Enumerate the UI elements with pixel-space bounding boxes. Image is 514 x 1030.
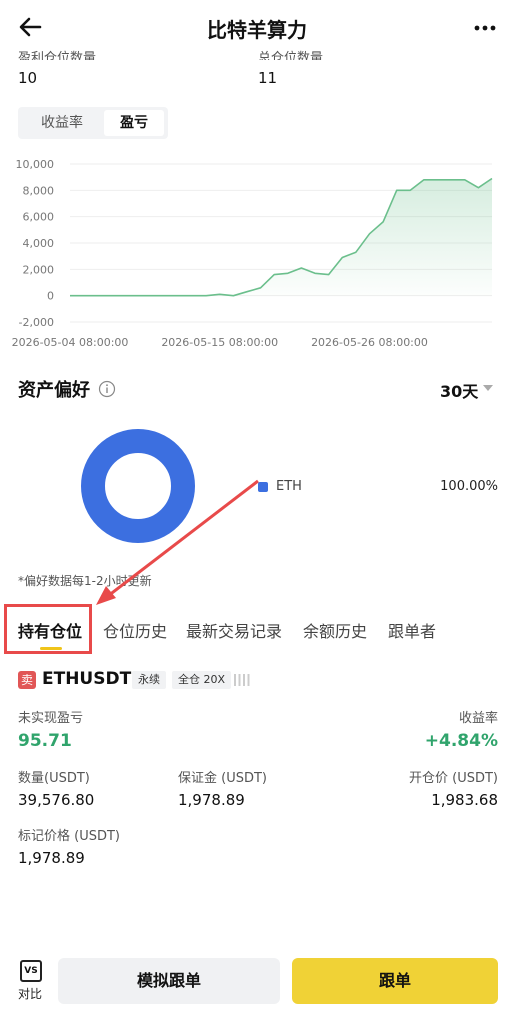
tab-balance-history[interactable]: 余额历史 <box>303 618 367 642</box>
position-symbol: ETHUSDT <box>42 669 132 689</box>
y-tick-label: 8,000 <box>23 184 55 197</box>
x-tick-label: 2026-05-26 08:00:00 <box>311 336 428 349</box>
pnl-chart: 10,000 8,000 6,000 4,000 2,000 0 -2,000 2026-05… <box>12 158 493 349</box>
y-tick-label: 4,000 <box>23 237 55 250</box>
quantity-value: 39,576.80 <box>18 791 95 809</box>
roi-value: +4.84% <box>424 731 498 751</box>
info-icon[interactable] <box>98 380 116 398</box>
caret-down-icon[interactable] <box>482 383 494 393</box>
margin-mode-tag: 全仓 20X <box>172 671 232 689</box>
legend-color-eth <box>258 482 268 492</box>
chart-mode-toggle: 收益率 盈亏 <box>18 107 168 139</box>
margin-label: 保证金 (USDT) <box>178 771 267 786</box>
entry-price-label: 开仓价 (USDT) <box>409 771 498 786</box>
entry-price-value: 1,983.68 <box>431 791 498 809</box>
profit-positions-label: 盈利仓位数量 <box>18 51 97 60</box>
mark-price-value: 1,978.89 <box>18 849 85 867</box>
legend-label-eth: ETH <box>276 479 302 494</box>
series-area <box>70 178 492 296</box>
more-menu-icon[interactable] <box>470 14 500 42</box>
y-tick-label: 2,000 <box>23 263 55 276</box>
compare-label[interactable]: 对比 <box>18 985 42 1002</box>
profit-positions-value: 10 <box>18 69 38 87</box>
donut-slice-eth <box>81 429 195 543</box>
tab-followers[interactable]: 跟单者 <box>388 618 436 642</box>
simulate-copy-button[interactable]: 模拟跟单 <box>58 958 280 1004</box>
compare-vs-icon[interactable]: VS <box>20 960 42 982</box>
total-positions-label: 总仓位数量 <box>258 51 324 60</box>
sell-side-badge: 卖 <box>18 671 36 689</box>
x-tick-label: 2026-05-04 08:00:00 <box>12 336 129 349</box>
roi-label: 收益率 <box>458 711 498 726</box>
asset-donut-chart <box>81 429 195 543</box>
page-title: 比特羊算力 <box>207 18 307 42</box>
y-tick-label: -2,000 <box>19 316 54 329</box>
quantity-label: 数量(USDT) <box>18 771 90 786</box>
margin-value: 1,978.89 <box>178 791 245 809</box>
legend-value-eth: 100.00% <box>440 479 498 494</box>
y-tick-label: 6,000 <box>23 211 55 224</box>
unrealized-pnl-value: 95.71 <box>18 731 72 751</box>
mark-price-label: 标记价格 (USDT) <box>18 829 120 844</box>
total-positions-value: 11 <box>258 69 278 87</box>
tab-latest-trades[interactable]: 最新交易记录 <box>186 618 282 642</box>
copy-trade-button[interactable]: 跟单 <box>292 958 498 1004</box>
annotation-highlight-box <box>4 604 92 654</box>
asset-preference-title: 资产偏好 <box>18 380 90 401</box>
period-selector[interactable]: 30天 <box>440 378 478 402</box>
y-tick-label: 10,000 <box>16 158 55 171</box>
unrealized-pnl-label: 未实现盈亏 <box>18 711 84 726</box>
return-rate-toggle[interactable]: 收益率 <box>22 110 102 136</box>
pnl-toggle[interactable]: 盈亏 <box>104 110 164 136</box>
update-note: *偏好数据每1-2小时更新 <box>18 574 152 588</box>
y-tick-label: 0 <box>47 290 54 303</box>
tab-position-history[interactable]: 仓位历史 <box>103 618 167 642</box>
perpetual-tag: 永续 <box>132 671 166 689</box>
x-tick-label: 2026-05-15 08:00:00 <box>161 336 278 349</box>
leverage-bars-icon <box>234 674 250 686</box>
